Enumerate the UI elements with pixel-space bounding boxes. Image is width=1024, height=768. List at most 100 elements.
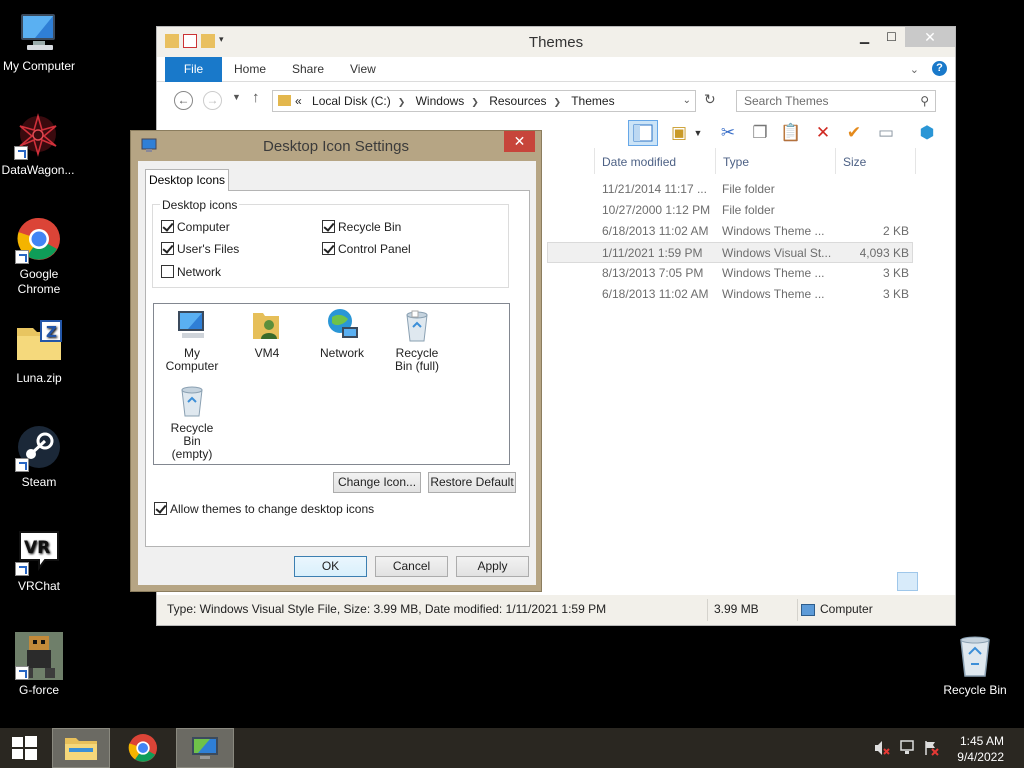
recycle-bin-full-icon bbox=[399, 307, 435, 343]
expand-ribbon-icon[interactable]: ⌄ bbox=[910, 63, 919, 76]
checkbox-allow-themes[interactable]: Allow themes to change desktop icons bbox=[154, 502, 374, 516]
table-row[interactable]: 6/18/2013 11:02 AM Windows Theme ... 3 K… bbox=[547, 284, 913, 305]
clock-date: 9/4/2022 bbox=[957, 750, 1004, 764]
icon-item-recycle-bin-full[interactable]: Recycle Bin (full) bbox=[381, 307, 453, 373]
table-row[interactable]: 10/27/2000 1:12 PM File folder bbox=[547, 200, 913, 221]
checkbox-network[interactable]: Network bbox=[161, 265, 221, 279]
select-all-icon[interactable]: ▣ bbox=[668, 122, 690, 144]
copy-icon[interactable]: ❐ bbox=[749, 122, 771, 144]
column-size[interactable]: Size bbox=[843, 155, 866, 169]
cancel-button[interactable]: Cancel bbox=[375, 556, 448, 577]
taskbar-clock[interactable]: 1:45 AM 9/4/2022 bbox=[957, 733, 1004, 765]
explorer-titlebar[interactable]: ▾ Themes ▁ ☐ ✕ bbox=[157, 27, 955, 57]
volume-muted-icon[interactable] bbox=[874, 740, 890, 756]
user-folder-icon bbox=[249, 307, 285, 343]
address-dropdown-icon[interactable]: ⌄ bbox=[683, 91, 691, 111]
desktop-icon-my-computer[interactable]: My Computer bbox=[1, 8, 77, 74]
up-arrow-icon[interactable]: ↑ bbox=[252, 89, 260, 106]
checkbox-label: Allow themes to change desktop icons bbox=[170, 502, 375, 516]
checkbox-box[interactable] bbox=[161, 220, 174, 233]
shortcut-arrow-icon bbox=[15, 666, 29, 680]
checkbox-users-files[interactable]: User's Files bbox=[161, 242, 239, 256]
checkbox-box[interactable] bbox=[322, 242, 335, 255]
search-input[interactable]: Search Themes ⚲ bbox=[736, 90, 936, 112]
restore-default-button[interactable]: Restore Default bbox=[428, 472, 516, 493]
my-computer-icon bbox=[174, 307, 210, 343]
row-date: 10/27/2000 1:12 PM bbox=[602, 203, 711, 217]
refresh-icon[interactable]: ↻ bbox=[704, 91, 716, 108]
apply-button[interactable]: Apply bbox=[456, 556, 529, 577]
checkbox-computer[interactable]: Computer bbox=[161, 220, 230, 234]
icon-item-network[interactable]: Network bbox=[306, 307, 378, 360]
status-location: Computer bbox=[820, 602, 873, 616]
taskbar-desktop-icon-settings[interactable] bbox=[176, 728, 234, 768]
tab-desktop-icons[interactable]: Desktop Icons bbox=[145, 169, 229, 191]
checkbox-box[interactable] bbox=[161, 242, 174, 255]
taskbar-file-explorer[interactable] bbox=[52, 728, 110, 768]
column-type[interactable]: Type bbox=[723, 155, 749, 169]
ok-button[interactable]: OK bbox=[294, 556, 367, 577]
breadcrumb-separator-icon[interactable]: ❯ bbox=[398, 97, 406, 107]
icon-item-vm4[interactable]: VM4 bbox=[231, 307, 303, 360]
rename-icon[interactable]: ✔ bbox=[843, 122, 865, 144]
icon-item-recycle-bin-empty[interactable]: Recycle Bin (empty) bbox=[156, 382, 228, 461]
address-bar[interactable]: « Local Disk (C:) ❯ Windows ❯ Resources ❯ T… bbox=[272, 90, 696, 112]
shortcut-arrow-icon bbox=[15, 562, 29, 576]
desktop-icon-recycle-bin[interactable]: Recycle Bin bbox=[937, 632, 1013, 698]
dialog-close-button[interactable]: ✕ bbox=[504, 131, 535, 152]
large-icons-view-button[interactable] bbox=[920, 572, 941, 591]
icon-item-my-computer[interactable]: My Computer bbox=[156, 307, 228, 373]
tab-file[interactable]: File bbox=[165, 57, 222, 82]
action-center-icon[interactable] bbox=[923, 740, 939, 756]
start-button[interactable] bbox=[0, 728, 48, 768]
breadcrumb-separator-icon[interactable]: ❯ bbox=[554, 97, 562, 107]
checkbox-label: Network bbox=[177, 265, 222, 279]
table-row[interactable]: 11/21/2014 11:17 ... File folder bbox=[547, 179, 913, 200]
help-button[interactable]: ? bbox=[932, 61, 947, 76]
tab-view[interactable]: View bbox=[350, 57, 376, 82]
breadcrumb-separator-icon[interactable]: ❯ bbox=[471, 97, 479, 107]
close-button[interactable]: ✕ bbox=[905, 27, 955, 47]
recycle-bin-icon bbox=[951, 632, 999, 680]
checkbox-box[interactable] bbox=[322, 220, 335, 233]
network-status-icon[interactable] bbox=[899, 740, 915, 756]
cut-icon[interactable]: ✂ bbox=[717, 122, 739, 144]
desktop-icon-label: Recycle Bin bbox=[943, 683, 1007, 697]
properties-icon[interactable]: ▭ bbox=[875, 122, 897, 144]
breadcrumb-local-disk[interactable]: Local Disk (C:) bbox=[312, 94, 391, 108]
minimize-button[interactable]: ▁ bbox=[851, 27, 878, 47]
table-row-selected[interactable]: 1/11/2021 1:59 PM Windows Visual St... 4… bbox=[547, 242, 913, 263]
checkbox-box[interactable] bbox=[161, 265, 174, 278]
checkbox-control-panel[interactable]: Control Panel bbox=[322, 242, 411, 256]
maximize-button[interactable]: ☐ bbox=[878, 27, 905, 47]
desktop-icon-vrchat[interactable]: VR VRChat bbox=[1, 528, 77, 594]
breadcrumb-themes[interactable]: Themes bbox=[571, 94, 614, 108]
chevron-down-icon[interactable]: ▼ bbox=[693, 122, 703, 144]
tab-share[interactable]: Share bbox=[292, 57, 324, 82]
preview-pane-icon[interactable] bbox=[628, 120, 658, 146]
tab-home[interactable]: Home bbox=[234, 57, 266, 82]
table-row[interactable]: 6/18/2013 11:02 AM Windows Theme ... 2 K… bbox=[547, 221, 913, 242]
network-icon[interactable]: ⬢ bbox=[916, 122, 938, 144]
desktop-icon-luna-zip[interactable]: Z Luna.zip bbox=[1, 320, 77, 386]
icon-item-label: Recycle Bin (empty) bbox=[170, 421, 214, 461]
forward-button[interactable]: → bbox=[203, 91, 222, 110]
checkbox-box[interactable] bbox=[154, 502, 167, 515]
desktop-icon-steam[interactable]: Steam bbox=[1, 424, 77, 490]
column-date-modified[interactable]: Date modified bbox=[602, 155, 676, 169]
table-row[interactable]: 8/13/2013 7:05 PM Windows Theme ... 3 KB bbox=[547, 263, 913, 284]
details-view-button[interactable] bbox=[897, 572, 918, 591]
change-icon-button[interactable]: Change Icon... bbox=[333, 472, 421, 493]
breadcrumb-resources[interactable]: Resources bbox=[489, 94, 546, 108]
recent-locations-icon[interactable]: ▼ bbox=[232, 92, 241, 102]
taskbar-chrome[interactable] bbox=[114, 728, 172, 768]
desktop-icon-datawagon[interactable]: DataWagon... bbox=[0, 112, 76, 178]
checkbox-recycle-bin[interactable]: Recycle Bin bbox=[322, 220, 401, 234]
desktop-icon-google-chrome[interactable]: Google Chrome bbox=[1, 216, 77, 297]
delete-icon[interactable]: ✕ bbox=[812, 122, 834, 144]
desktop-icon-g-force[interactable]: G-force bbox=[1, 632, 77, 698]
breadcrumb-overflow[interactable]: « bbox=[295, 94, 302, 108]
breadcrumb-windows[interactable]: Windows bbox=[416, 94, 465, 108]
paste-icon[interactable]: 📋 bbox=[780, 122, 802, 144]
back-button[interactable]: ← bbox=[174, 91, 193, 110]
